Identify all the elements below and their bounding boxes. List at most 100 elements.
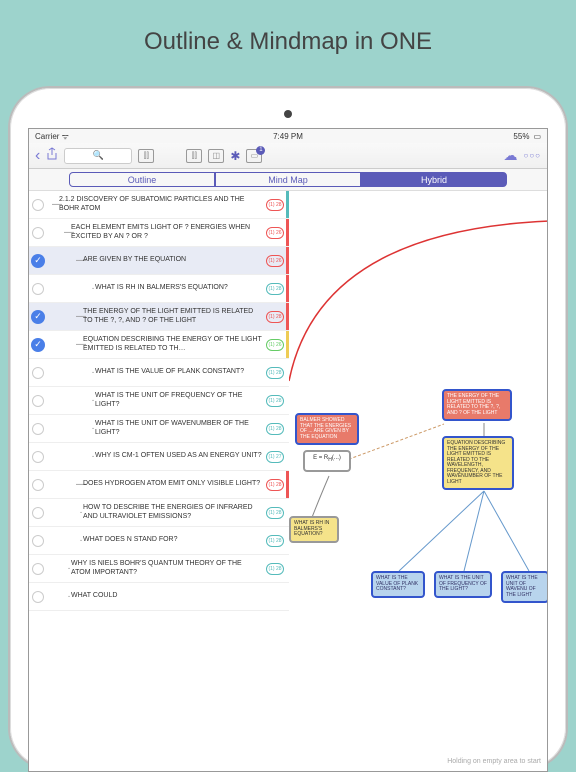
mm-node-wavenum[interactable]: WHAT IS THE UNIT OF WAVENU OF THE LIGHT — [501, 571, 547, 603]
outline-row[interactable]: ✓—EQUATION DESCRIBING THE ENERGY OF THE … — [29, 331, 289, 359]
count-badge: (1) 28 — [266, 479, 284, 491]
count-badge: (1) 28 — [266, 563, 284, 575]
checkbox-off-icon[interactable] — [32, 507, 44, 519]
mm-node-balmer[interactable]: BALMER SHOWED THAT THE ENERGIES OF ... A… — [295, 413, 359, 445]
checkbox-on-icon[interactable]: ✓ — [31, 338, 45, 352]
outline-item-text: EQUATION DESCRIBING THE ENERGY OF THE LI… — [81, 331, 264, 358]
count-badge: (1) 28 — [266, 283, 284, 295]
checkbox-off-icon[interactable] — [32, 395, 44, 407]
expand-marker[interactable]: — — [47, 331, 81, 358]
mindmap-panel[interactable]: BALMER SHOWED THAT THE ENERGIES OF ... A… — [289, 191, 547, 771]
outline-row[interactable]: —2.1.2 DISCOVERY OF SUBATOMIC PARTICLES … — [29, 191, 289, 219]
outline-row[interactable]: —EACH ELEMENT EMITS LIGHT OF ? ENERGIES … — [29, 219, 289, 247]
checkbox-off-icon[interactable] — [32, 451, 44, 463]
outline-panel[interactable]: —2.1.2 DISCOVERY OF SUBATOMIC PARTICLES … — [29, 191, 289, 771]
clock: 7:49 PM — [273, 132, 303, 141]
mindmap-icon[interactable]: ✱ — [230, 149, 240, 163]
camera-dot — [284, 110, 292, 118]
count-badge: (1) 27 — [266, 451, 284, 463]
checkbox-off-icon[interactable] — [32, 227, 44, 239]
book-icon[interactable]: ⫿⫿ — [138, 149, 154, 163]
expand-marker[interactable]: · — [47, 583, 69, 610]
view-split-icon[interactable]: ◫ — [208, 149, 224, 163]
checkbox-off-icon[interactable] — [32, 479, 44, 491]
mm-node-rh[interactable]: WHAT IS RH IN BALMERS'S EQUATION? — [289, 516, 339, 543]
view-book-icon[interactable]: ⫿⫿ — [186, 149, 202, 163]
expand-marker[interactable]: — — [47, 247, 81, 274]
expand-marker[interactable]: — — [47, 471, 81, 498]
outline-row[interactable]: ·WHAT IS THE VALUE OF PLANK CONSTANT?(1)… — [29, 359, 289, 387]
checkbox-off-icon[interactable] — [32, 535, 44, 547]
cloud-icon[interactable]: ☁ — [504, 147, 518, 164]
count-badge: (1) 28 — [266, 423, 284, 435]
outline-row[interactable]: ✓—THE ENERGY OF THE LIGHT EMITTED IS REL… — [29, 303, 289, 331]
outline-item-text: WHY IS NIELS BOHR'S QUANTUM THEORY OF TH… — [69, 555, 264, 582]
carrier-label: Carrier ᯤ — [35, 131, 69, 142]
battery-icon: ▭ — [533, 132, 541, 141]
count-badge: (1) 28 — [266, 367, 284, 379]
view-segment: Outline Mind Map Hybrid — [29, 169, 547, 191]
outline-row[interactable]: —DOES HYDROGEN ATOM EMIT ONLY VISIBLE LI… — [29, 471, 289, 499]
expand-marker[interactable]: · — [47, 555, 69, 582]
mindmap-hint: Holding on empty area to start — [447, 758, 541, 765]
checkbox-on-icon[interactable]: ✓ — [31, 310, 45, 324]
expand-marker[interactable]: — — [47, 303, 81, 330]
outline-row[interactable]: ·WHY IS CM-1 OFTEN USED AS AN ENERGY UNI… — [29, 443, 289, 471]
mm-node-freq[interactable]: WHAT IS THE UNIT OF FREQUENCY OF THE LIG… — [434, 571, 492, 598]
expand-marker[interactable]: · — [47, 499, 81, 526]
outline-item-text: WHAT IS RH IN BALMERS'S EQUATION? — [93, 275, 264, 302]
tab-hybrid[interactable]: Hybrid — [361, 172, 507, 187]
search-icon: 🔍 — [93, 150, 104, 161]
expand-marker[interactable]: · — [47, 443, 93, 470]
outline-item-text: THE ENERGY OF THE LIGHT EMITTED IS RELAT… — [81, 303, 264, 330]
screen: Carrier ᯤ 7:49 PM 55%▭ ‹ 🔍 ⫿⫿ ⫿⫿ ◫ ✱ ▭ ☁… — [28, 128, 548, 772]
checkbox-off-icon[interactable] — [32, 199, 44, 211]
outline-item-text: EACH ELEMENT EMITS LIGHT OF ? ENERGIES W… — [69, 219, 264, 246]
mm-node-energy[interactable]: THE ENERGY OF THE LIGHT EMITTED IS RELAT… — [442, 389, 512, 421]
tab-outline[interactable]: Outline — [69, 172, 215, 187]
outline-item-text: WHAT IS THE VALUE OF PLANK CONSTANT? — [93, 359, 264, 386]
outline-row[interactable]: ·WHAT IS THE UNIT OF WAVENUMBER OF THE L… — [29, 415, 289, 443]
mm-node-equation[interactable]: E = RH(...) — [303, 450, 351, 472]
share-icon[interactable] — [46, 147, 58, 164]
outline-item-text: WHAT DOES N STAND FOR? — [81, 527, 264, 554]
outline-item-text: WHAT IS THE UNIT OF WAVENUMBER OF THE LI… — [93, 415, 264, 442]
count-badge: (1) 28 — [266, 199, 284, 211]
expand-marker[interactable]: · — [47, 415, 93, 442]
checkbox-off-icon[interactable] — [32, 367, 44, 379]
status-bar: Carrier ᯤ 7:49 PM 55%▭ — [29, 129, 547, 143]
outline-row[interactable]: ·HOW TO DESCRIBE THE ENERGIES OF INFRARE… — [29, 499, 289, 527]
count-badge: (1) 28 — [266, 395, 284, 407]
outline-item-text: WHAT IS THE UNIT OF FREQUENCY OF THE LIG… — [93, 387, 264, 414]
mm-node-eq-desc[interactable]: EQUATION DESCRIBING THE ENERGY OF THE LI… — [442, 436, 514, 490]
outline-item-text: ARE GIVEN BY THE EQUATION — [81, 247, 264, 274]
count-badge: (1) 28 — [266, 535, 284, 547]
tab-mindmap[interactable]: Mind Map — [215, 172, 361, 187]
checkbox-on-icon[interactable]: ✓ — [31, 254, 45, 268]
mm-node-plank[interactable]: WHAT IS THE VALUE OF PLANK CONSTANT? — [371, 571, 425, 598]
count-badge: (1) 26 — [266, 227, 284, 239]
expand-marker[interactable]: · — [47, 275, 93, 302]
outline-row[interactable]: ·WHAT IS THE UNIT OF FREQUENCY OF THE LI… — [29, 387, 289, 415]
expand-marker[interactable]: · — [47, 387, 93, 414]
checkbox-off-icon[interactable] — [32, 563, 44, 575]
search-input[interactable]: 🔍 — [64, 148, 132, 164]
outline-row[interactable]: ·WHY IS NIELS BOHR'S QUANTUM THEORY OF T… — [29, 555, 289, 583]
outline-row[interactable]: ·WHAT COULD — [29, 583, 289, 611]
outline-row[interactable]: ·WHAT DOES N STAND FOR?(1) 28 — [29, 527, 289, 555]
more-icon[interactable]: ○○○ — [524, 151, 542, 160]
promo-title: Outline & Mindmap in ONE — [0, 0, 576, 76]
expand-marker[interactable]: — — [47, 219, 69, 246]
checkbox-off-icon[interactable] — [32, 283, 44, 295]
checkbox-off-icon[interactable] — [32, 423, 44, 435]
outline-item-text: WHAT COULD — [69, 583, 264, 610]
expand-marker[interactable]: · — [47, 527, 81, 554]
back-button[interactable]: ‹ — [35, 147, 40, 165]
checkbox-off-icon[interactable] — [32, 591, 44, 603]
outline-row[interactable]: ·WHAT IS RH IN BALMERS'S EQUATION?(1) 28 — [29, 275, 289, 303]
expand-marker[interactable]: — — [47, 191, 57, 218]
cards-icon[interactable]: ▭ — [246, 149, 262, 163]
expand-marker[interactable]: · — [47, 359, 93, 386]
outline-row[interactable]: ✓—ARE GIVEN BY THE EQUATION(1) 26 — [29, 247, 289, 275]
outline-item-text: 2.1.2 DISCOVERY OF SUBATOMIC PARTICLES A… — [57, 191, 264, 218]
